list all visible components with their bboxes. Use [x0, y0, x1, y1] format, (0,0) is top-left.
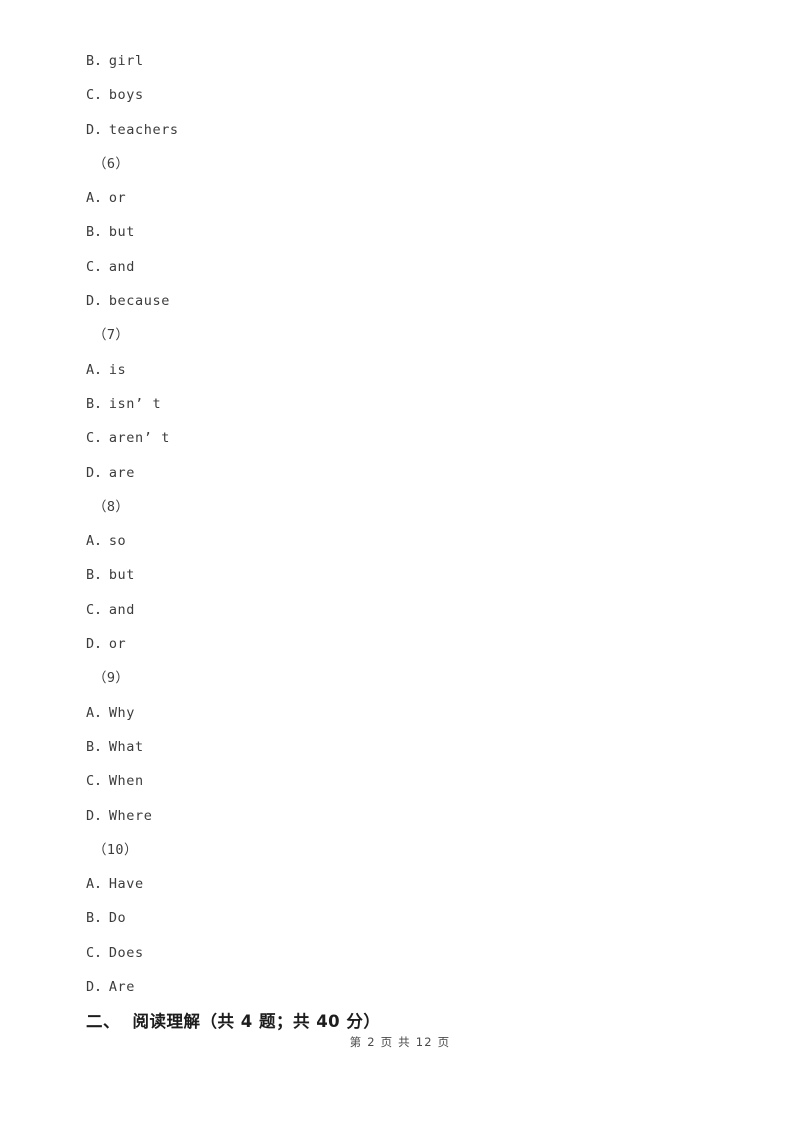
answer-option[interactable]: D．are [86, 456, 726, 490]
answer-option[interactable]: A．Why [86, 696, 726, 730]
answer-option[interactable]: B．What [86, 730, 726, 764]
document-page: B．girl C．boys D．teachers （6） A．or B．but C．and D… [0, 0, 800, 1132]
answer-option[interactable]: B．Do [86, 901, 726, 935]
answer-option[interactable]: C．aren’ t [86, 421, 726, 455]
answer-option[interactable]: C．Does [86, 936, 726, 970]
answer-option[interactable]: D．Where [86, 799, 726, 833]
answer-option[interactable]: C．When [86, 764, 726, 798]
answer-option[interactable]: D．because [86, 284, 726, 318]
question-number: （10） [93, 841, 138, 858]
section-heading-reading-comprehension: 二、 阅读理解（共 4 题；共 40 分） [86, 1012, 381, 1031]
question-number: （9） [93, 670, 130, 687]
answer-option[interactable]: B．but [86, 558, 726, 592]
answer-option[interactable]: A．or [86, 181, 726, 215]
answer-option[interactable]: D．Are [86, 970, 726, 1004]
answer-option[interactable]: B．girl [86, 44, 726, 78]
question-number: （8） [93, 498, 130, 515]
answer-option[interactable]: A．is [86, 353, 726, 387]
answer-option[interactable]: C．boys [86, 78, 726, 112]
question-number: （7） [93, 327, 130, 344]
answer-option[interactable]: D．or [86, 627, 726, 661]
question-number: （6） [93, 155, 130, 172]
question-list: B．girl C．boys D．teachers （6） A．or B．but C．and D… [86, 44, 726, 1004]
answer-option[interactable]: D．teachers [86, 113, 726, 147]
answer-option[interactable]: A．so [86, 524, 726, 558]
answer-option[interactable]: C．and [86, 593, 726, 627]
answer-option[interactable]: B．isn’ t [86, 387, 726, 421]
answer-option[interactable]: B．but [86, 215, 726, 249]
answer-option[interactable]: A．Have [86, 867, 726, 901]
page-number-footer: 第 2 页 共 12 页 [349, 1035, 451, 1049]
answer-option[interactable]: C．and [86, 250, 726, 284]
